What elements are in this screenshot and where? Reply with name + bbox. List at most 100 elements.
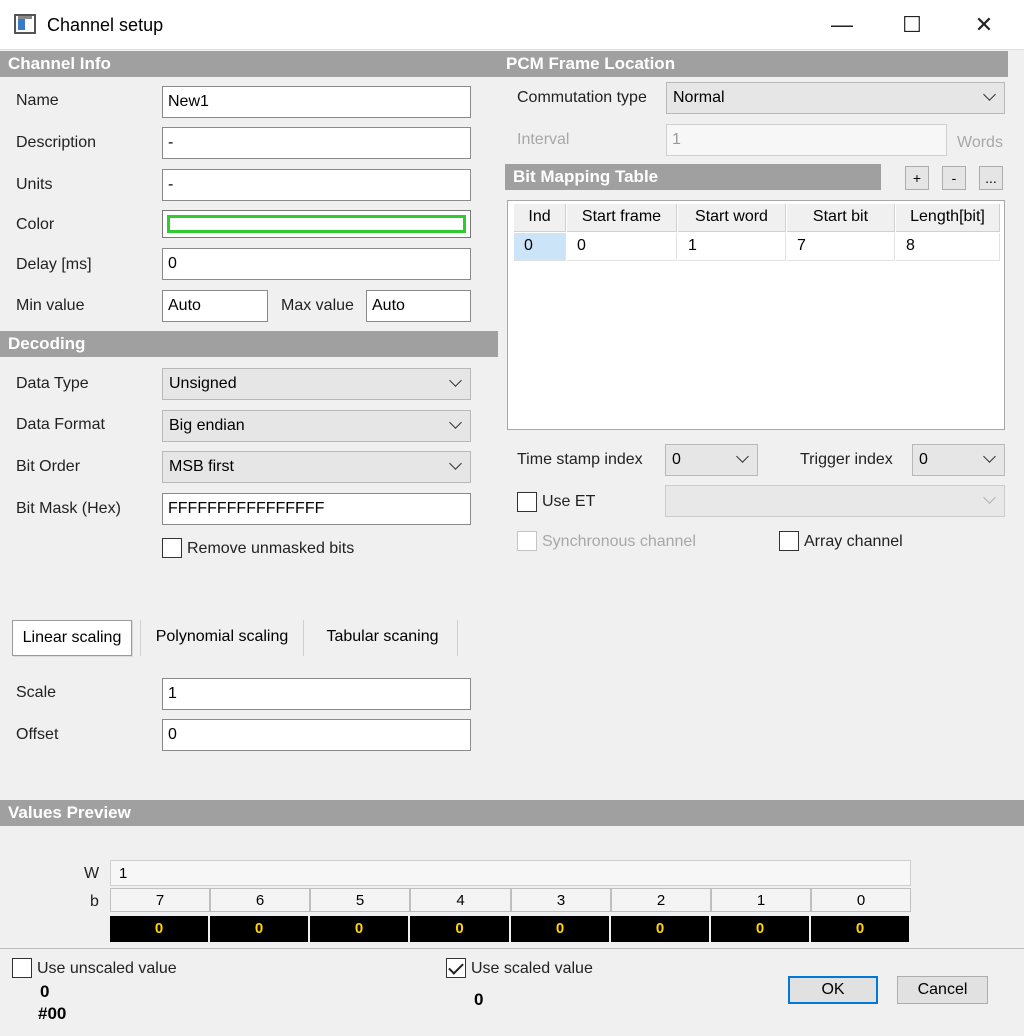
table-cell[interactable]: 8 xyxy=(896,233,1000,261)
bit-value: 0 xyxy=(511,916,611,942)
bit-header: 5 xyxy=(310,888,410,912)
chevron-down-icon xyxy=(982,88,998,104)
name-label: Name xyxy=(16,92,59,109)
array-channel-checkbox[interactable] xyxy=(779,531,799,551)
remove-row-button[interactable]: - xyxy=(942,166,966,190)
max-value-input[interactable]: Auto xyxy=(366,290,471,322)
use-et-select[interactable] xyxy=(665,485,1005,517)
units-label: Units xyxy=(16,176,53,193)
chevron-down-icon xyxy=(982,491,998,507)
data-type-label: Data Type xyxy=(16,375,89,392)
ok-button[interactable]: OK xyxy=(788,976,878,1004)
bit-value: 0 xyxy=(811,916,911,942)
title-bar: Channel setup — ☐ ✕ xyxy=(0,0,1024,50)
delay-label: Delay [ms] xyxy=(16,256,92,273)
window-title: Channel setup xyxy=(47,15,164,35)
bit-value: 0 xyxy=(410,916,511,942)
use-scaled-checkbox[interactable] xyxy=(446,958,466,978)
data-format-label: Data Format xyxy=(16,416,105,433)
array-channel-label: Array channel xyxy=(804,533,903,550)
use-et-label: Use ET xyxy=(542,493,596,510)
bit-mask-label: Bit Mask (Hex) xyxy=(16,500,121,517)
add-row-button[interactable]: + xyxy=(905,166,929,190)
use-scaled-label: Use scaled value xyxy=(471,960,593,977)
scale-label: Scale xyxy=(16,684,57,701)
remove-unmasked-label: Remove unmasked bits xyxy=(187,540,355,557)
bit-header: 2 xyxy=(611,888,711,912)
bit-header: 0 xyxy=(811,888,911,912)
bit-header: 4 xyxy=(410,888,511,912)
max-value-label: Max value xyxy=(281,297,354,314)
trigger-index-select[interactable]: 0 xyxy=(912,444,1005,476)
remove-unmasked-checkbox[interactable] xyxy=(162,538,182,558)
chevron-down-icon xyxy=(735,450,751,466)
word-row-label: W xyxy=(84,865,100,882)
channel-info-header: Channel Info xyxy=(0,51,498,77)
column-header-start-bit[interactable]: Start bit xyxy=(787,204,895,232)
offset-input[interactable]: 0 xyxy=(162,719,471,751)
bit-value: 0 xyxy=(611,916,711,942)
bit-header: 7 xyxy=(110,888,210,912)
bit-header: 3 xyxy=(511,888,611,912)
interval-input[interactable]: 1 xyxy=(666,124,947,156)
decoding-header: Decoding xyxy=(0,331,498,357)
bit-value: 0 xyxy=(210,916,310,942)
column-header-start-word[interactable]: Start word xyxy=(678,204,786,232)
interval-label: Interval xyxy=(517,131,570,148)
cancel-button[interactable]: Cancel xyxy=(897,976,988,1004)
bit-value: 0 xyxy=(711,916,811,942)
close-icon[interactable]: ✕ xyxy=(954,0,1014,50)
description-label: Description xyxy=(16,134,97,151)
units-input[interactable]: - xyxy=(162,169,471,201)
use-unscaled-checkbox[interactable] xyxy=(12,958,32,978)
bit-mapping-grid[interactable]: Ind Start frame Start word Start bit Len… xyxy=(507,200,1005,430)
unscaled-value: 0 xyxy=(40,982,50,1001)
tab-tabular-scaling[interactable]: Tabular scaning xyxy=(308,620,458,656)
table-cell[interactable]: 7 xyxy=(787,233,895,261)
table-cell[interactable]: 0 xyxy=(514,233,566,261)
tab-linear-scaling[interactable]: Linear scaling xyxy=(12,620,132,656)
color-swatch xyxy=(167,215,466,233)
chevron-down-icon xyxy=(448,416,464,432)
column-header-start-frame[interactable]: Start frame xyxy=(567,204,677,232)
color-label: Color xyxy=(16,216,55,233)
offset-label: Offset xyxy=(16,726,59,743)
more-options-button[interactable]: ... xyxy=(979,166,1003,190)
bit-order-label: Bit Order xyxy=(16,458,81,475)
bit-mask-input[interactable]: FFFFFFFFFFFFFFFF xyxy=(162,493,471,525)
app-icon xyxy=(14,14,36,34)
delay-input[interactable]: 0 xyxy=(162,248,471,280)
synchronous-channel-checkbox[interactable] xyxy=(517,531,537,551)
data-type-select[interactable]: Unsigned xyxy=(162,368,471,400)
min-value-input[interactable]: Auto xyxy=(162,290,268,322)
data-format-select[interactable]: Big endian xyxy=(162,410,471,442)
color-picker[interactable] xyxy=(162,210,471,238)
chevron-down-icon xyxy=(982,450,998,466)
word-value-cell: 1 xyxy=(110,860,911,886)
minimize-icon[interactable]: — xyxy=(812,0,872,50)
column-header-ind[interactable]: Ind xyxy=(514,204,566,232)
pcm-frame-location-header: PCM Frame Location xyxy=(498,51,1008,77)
chevron-down-icon xyxy=(448,374,464,390)
commutation-type-select[interactable]: Normal xyxy=(666,82,1005,114)
scale-input[interactable]: 1 xyxy=(162,678,471,710)
maximize-icon[interactable]: ☐ xyxy=(882,0,942,50)
unscaled-hex-value: #00 xyxy=(38,1004,67,1023)
description-input[interactable]: - xyxy=(162,127,471,159)
chevron-down-icon xyxy=(448,457,464,473)
trigger-index-label: Trigger index xyxy=(800,451,893,468)
bit-header: 6 xyxy=(210,888,310,912)
column-header-length-bit[interactable]: Length[bit] xyxy=(896,204,1000,232)
use-et-checkbox[interactable] xyxy=(517,492,537,512)
table-cell[interactable]: 1 xyxy=(678,233,786,261)
min-value-label: Min value xyxy=(16,297,85,314)
table-cell[interactable]: 0 xyxy=(567,233,677,261)
name-input[interactable]: New1 xyxy=(162,86,471,118)
bit-row-label: b xyxy=(90,893,99,910)
tab-polynomial-scaling[interactable]: Polynomial scaling xyxy=(140,620,304,656)
values-preview-header: Values Preview xyxy=(0,800,1024,826)
commutation-type-label: Commutation type xyxy=(517,89,647,106)
bit-order-select[interactable]: MSB first xyxy=(162,451,471,483)
bit-value: 0 xyxy=(110,916,210,942)
timestamp-index-select[interactable]: 0 xyxy=(665,444,758,476)
